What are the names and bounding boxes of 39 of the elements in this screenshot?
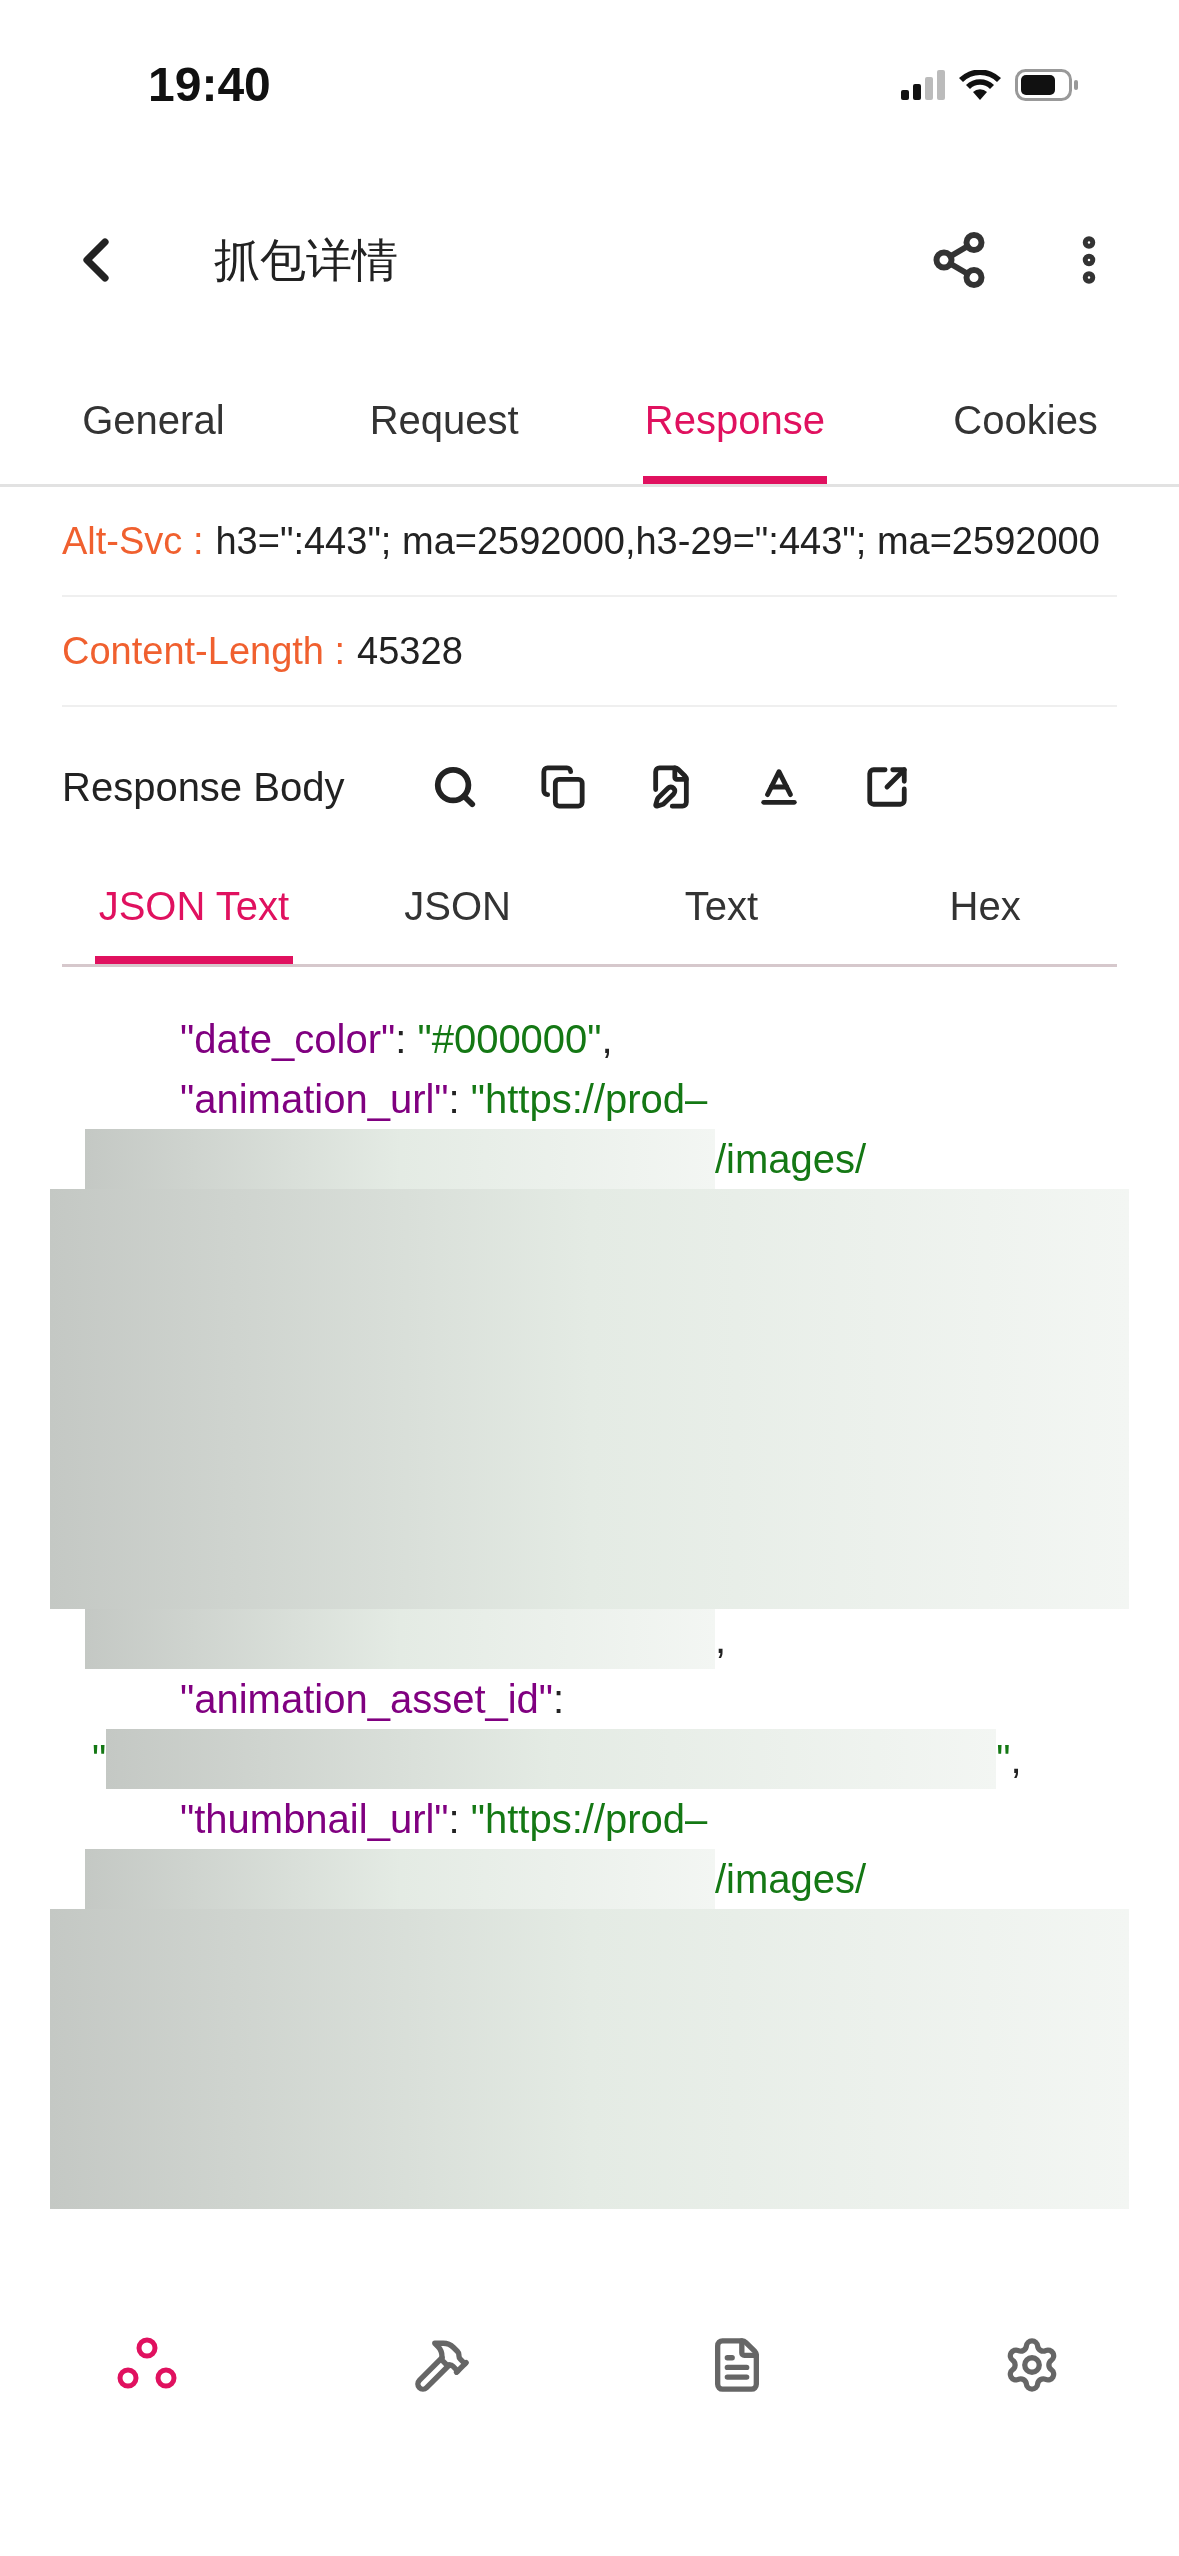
open-external-icon[interactable] [864,764,910,810]
tab[interactable]: Response [642,390,827,484]
header-value: h3=":443"; ma=2592000,h3-29=":443"; ma=2592000 [215,519,1100,564]
battery-icon [1015,69,1079,101]
header-name: Content-Length : [62,628,346,674]
section-title: Response Body [62,764,346,811]
json-punctuation: , [601,1016,613,1063]
page-title: 抓包详情 [214,232,398,288]
signal-icon [901,70,945,100]
json-string: "https://prod– [470,1076,708,1123]
tab[interactable]: General [80,390,227,484]
json-string: "https://prod– [470,1796,708,1843]
copy-icon[interactable] [540,764,586,810]
json-punctuation: , [715,1616,727,1663]
header-value: 45328 [357,629,463,674]
json-string: " [92,1736,107,1783]
header-name: Alt-Svc : [62,518,204,564]
json-key: "animation_asset_id" [180,1669,554,1729]
tab[interactable]: Cookies [951,390,1100,484]
json-string: "#000000" [417,1016,602,1063]
json-punctuation: : [553,1676,565,1723]
tab[interactable]: JSON Text [94,876,294,964]
json-punctuation: , [1010,1736,1022,1783]
json-punctuation: : [448,1796,461,1843]
tab[interactable]: JSON [400,876,515,964]
json-string: /images/ [715,1856,867,1903]
json-punctuation: : [448,1076,461,1123]
json-string: /images/ [715,1136,867,1183]
json-punctuation: : [395,1016,408,1063]
json-key: "animation_url" [180,1069,449,1129]
tab[interactable]: Request [367,390,521,484]
json-key: "date_color" [180,1009,396,1069]
tab[interactable]: Hex [945,876,1025,964]
status-time: 19:40 [148,57,271,113]
search-icon[interactable] [432,764,478,810]
json-string: " [996,1736,1011,1783]
wifi-icon [959,70,1001,100]
tab[interactable]: Text [680,876,763,964]
json-key: "thumbnail_url" [180,1789,449,1849]
